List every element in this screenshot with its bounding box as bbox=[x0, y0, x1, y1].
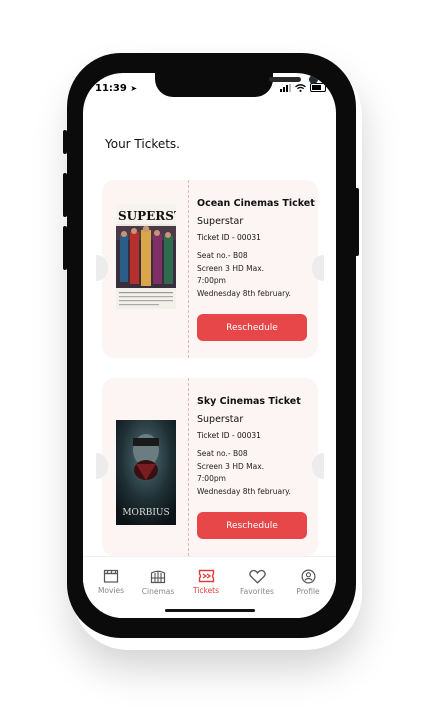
mute-switch bbox=[63, 130, 67, 154]
movie-poster: MORBIUS bbox=[116, 420, 176, 525]
reschedule-button[interactable]: Reschedule bbox=[197, 512, 307, 539]
ticket-icon bbox=[198, 569, 214, 583]
movie-title: Superstar bbox=[197, 414, 244, 425]
tab-cinemas[interactable]: Cinemas bbox=[136, 569, 180, 596]
status-icons bbox=[280, 83, 326, 92]
cinema-name: Ocean Cinemas Ticket bbox=[197, 198, 315, 209]
show-date: Wednesday 8th february. bbox=[197, 288, 291, 298]
cinema-name: Sky Cinemas Ticket bbox=[197, 396, 301, 407]
show-date: Wednesday 8th february. bbox=[197, 486, 291, 496]
screen: 11:39 ➤ Your Tickets. SUPERSTAR bbox=[83, 73, 336, 618]
movie-poster: SUPERSTAR bbox=[116, 204, 176, 309]
front-camera bbox=[309, 75, 318, 84]
poster-title: MORBIUS bbox=[122, 508, 169, 518]
seat-number: Seat no.- B08 bbox=[197, 251, 248, 260]
movie-title: Superstar bbox=[197, 216, 244, 227]
ticket-id: Ticket ID - 00031 bbox=[197, 233, 261, 242]
page-title: Your Tickets. bbox=[105, 137, 180, 151]
ticket-id: Ticket ID - 00031 bbox=[197, 431, 261, 440]
poster-title: SUPERSTAR bbox=[118, 209, 176, 223]
reschedule-button[interactable]: Reschedule bbox=[197, 314, 307, 341]
signal-icon bbox=[280, 83, 291, 92]
tab-tickets[interactable]: Tickets bbox=[184, 569, 228, 595]
tab-label: Profile bbox=[296, 587, 320, 596]
tab-label: Favorites bbox=[240, 587, 274, 596]
tab-favorites[interactable]: Favorites bbox=[235, 569, 279, 596]
screen-info: Screen 3 HD Max. bbox=[197, 461, 265, 471]
status-time: 11:39 ➤ bbox=[95, 83, 138, 94]
tab-label: Tickets bbox=[192, 586, 220, 595]
tab-label: Movies bbox=[97, 586, 125, 595]
heart-icon bbox=[248, 569, 266, 584]
location-arrow-icon: ➤ bbox=[130, 84, 138, 93]
show-time: 7:00pm bbox=[197, 474, 226, 483]
perforation bbox=[188, 378, 189, 556]
power-button bbox=[355, 188, 359, 256]
ticket-info: Ocean Cinemas Ticket Superstar Ticket ID… bbox=[197, 198, 315, 300]
battery-icon bbox=[310, 83, 326, 92]
clapperboard-icon bbox=[103, 569, 119, 583]
speaker bbox=[269, 77, 301, 82]
show-time: 7:00pm bbox=[197, 276, 226, 285]
tab-profile[interactable]: Profile bbox=[286, 569, 330, 596]
volume-up-button bbox=[63, 173, 67, 217]
screen-info: Screen 3 HD Max. bbox=[197, 263, 265, 273]
perforation bbox=[188, 180, 189, 358]
home-indicator bbox=[165, 609, 255, 612]
notch bbox=[155, 73, 318, 97]
ticket-card[interactable]: SUPERSTAR Ocean Cinemas bbox=[96, 180, 324, 358]
ticket-card[interactable]: MORBIUS Sky Cinemas Ticket Superstar Tic… bbox=[96, 378, 324, 556]
wifi-icon bbox=[295, 83, 306, 92]
tab-label: Cinemas bbox=[141, 587, 175, 596]
profile-icon bbox=[300, 569, 316, 584]
volume-down-button bbox=[63, 226, 67, 270]
cinema-icon bbox=[150, 570, 166, 584]
seat-number: Seat no.- B08 bbox=[197, 449, 248, 458]
ticket-info: Sky Cinemas Ticket Superstar Ticket ID -… bbox=[197, 396, 313, 498]
tab-movies[interactable]: Movies bbox=[89, 569, 133, 595]
